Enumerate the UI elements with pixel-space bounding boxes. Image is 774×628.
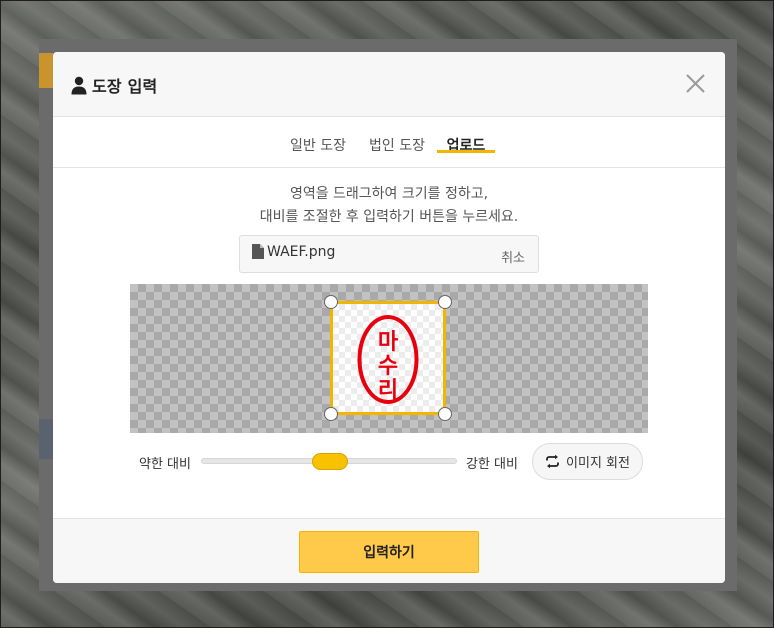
dialog-title-wrap: 도장 입력 (71, 73, 157, 97)
stamp-char: 마 (378, 330, 399, 355)
contrast-controls: 약한 대비 강한 대비 이미지 회전 (53, 442, 725, 482)
submit-button[interactable]: 입력하기 (299, 531, 479, 573)
crop-handle-top-right[interactable] (438, 295, 452, 309)
crop-handle-bottom-left[interactable] (324, 407, 338, 421)
instructions: 영역을 드래그하여 크기를 정하고, 대비를 조절한 후 입력하기 버튼을 누르… (53, 183, 725, 229)
rotate-icon (545, 454, 560, 469)
weak-contrast-label: 약한 대비 (139, 457, 191, 472)
user-icon (71, 76, 87, 95)
strong-contrast-label: 강한 대비 (466, 457, 518, 472)
dialog-footer: 입력하기 (53, 518, 725, 583)
close-button[interactable] (686, 74, 705, 93)
stamp-image: 마 수 리 (357, 315, 419, 404)
cancel-file-button[interactable]: 취소 (501, 247, 525, 266)
file-icon (252, 244, 264, 259)
dialog-header: 도장 입력 (53, 52, 725, 117)
dialog-title: 도장 입력 (92, 77, 158, 96)
stamp-input-dialog: 도장 입력 일반 도장 법인 도장 업로드 영역을 드래그하여 크기를 정하고,… (53, 52, 725, 583)
active-tab-indicator (437, 150, 495, 153)
instructions-line-1: 영역을 드래그하여 크기를 정하고, (289, 186, 489, 202)
tab-general-stamp[interactable]: 일반 도장 (289, 135, 347, 168)
rotate-image-label: 이미지 회전 (566, 456, 630, 471)
underlying-page-accent (39, 53, 53, 88)
contrast-slider[interactable] (201, 453, 457, 470)
rotate-image-button[interactable]: 이미지 회전 (532, 443, 643, 480)
crop-handle-top-left[interactable] (324, 295, 338, 309)
instructions-line-2: 대비를 조절한 후 입력하기 버튼을 누르세요. (259, 209, 519, 225)
tab-corporate-stamp[interactable]: 법인 도장 (368, 135, 426, 168)
crop-handle-bottom-right[interactable] (438, 407, 452, 421)
crop-selection[interactable]: 마 수 리 (324, 295, 452, 421)
stamp-type-tabs: 일반 도장 법인 도장 업로드 (53, 117, 725, 168)
underlying-page-accent (39, 419, 53, 459)
close-icon (686, 74, 705, 93)
file-name: WAEF.png (267, 244, 336, 260)
image-crop-canvas[interactable]: 마 수 리 (130, 284, 648, 433)
uploaded-file: WAEF.png 취소 (239, 235, 539, 273)
contrast-slider-thumb[interactable] (312, 453, 348, 470)
stamp-char: 리 (378, 378, 398, 403)
stamp-char: 수 (378, 354, 398, 379)
